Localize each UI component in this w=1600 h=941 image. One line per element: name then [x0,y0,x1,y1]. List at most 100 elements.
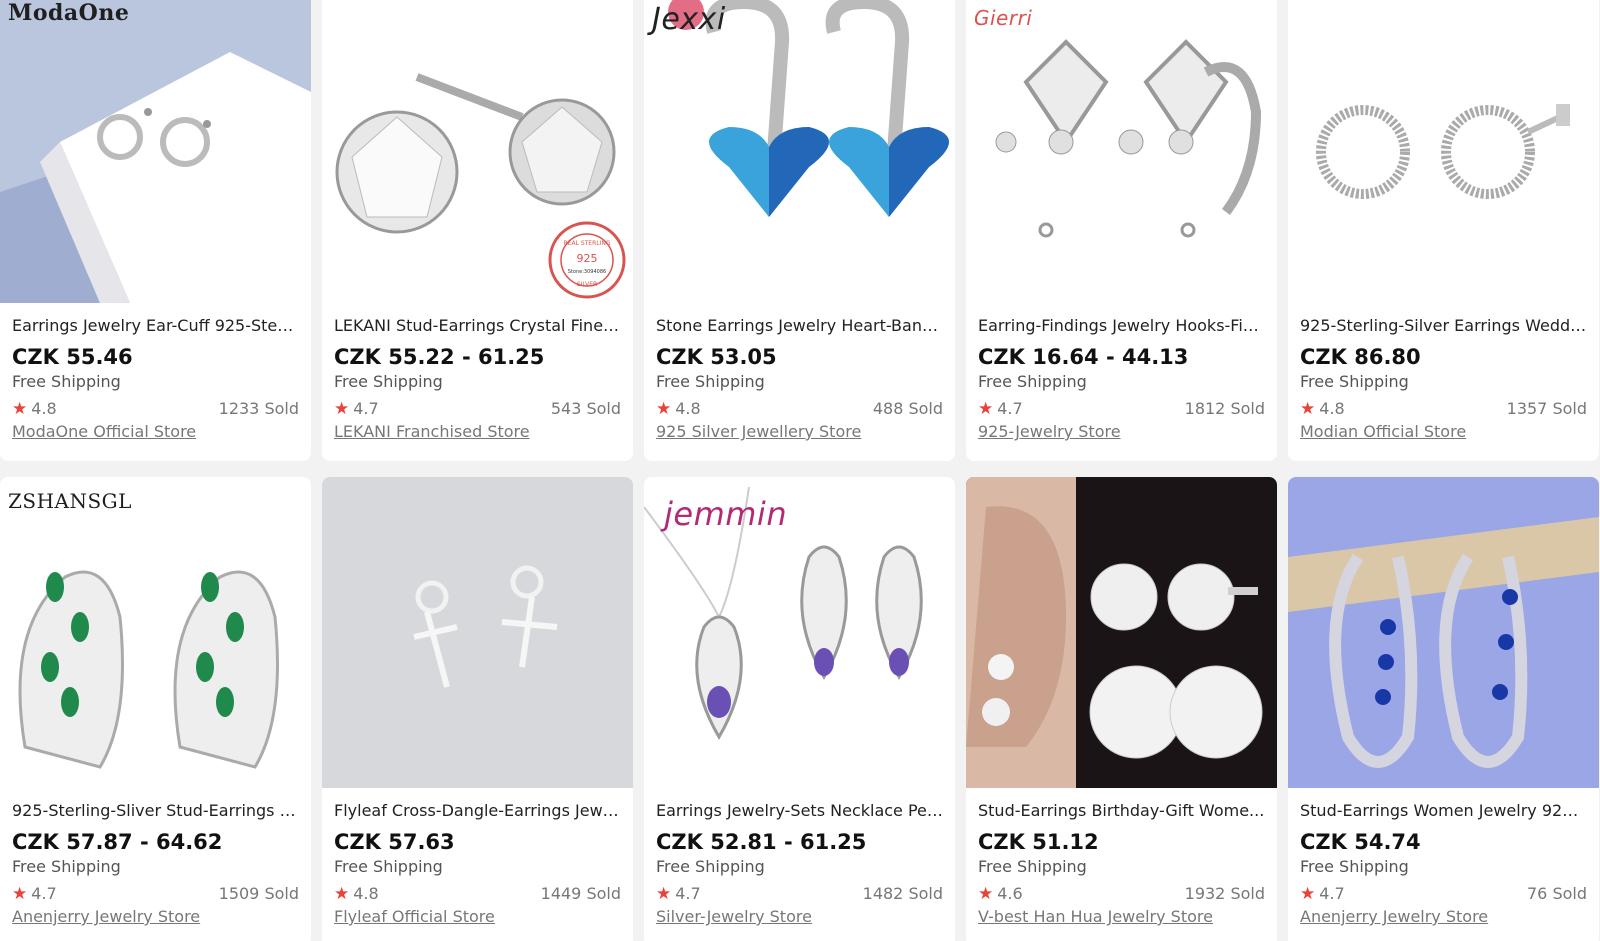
product-price: CZK 86.80 [1300,345,1421,369]
product-title[interactable]: Stud-Earrings Birthday-Gift Wome... [978,801,1265,821]
star-icon: ★ [12,399,28,419]
rating-value: 4.7 [31,884,57,903]
product-card[interactable]: jemmin Earrings Jewelry-Sets Necklace Pe… [644,477,955,941]
sold-count: 1932 Sold [1184,884,1265,903]
rating: ★ 4.7 [656,884,701,904]
sold-count: 1233 Sold [218,399,299,418]
rating-value: 4.8 [1319,399,1345,418]
store-link[interactable]: Silver-Jewelry Store [656,907,812,927]
product-image[interactable]: REAL STERLING 925 Stone:3094086 SILVER [322,0,633,303]
product-image[interactable]: jemmin [644,477,955,788]
product-image[interactable] [966,477,1277,788]
store-link[interactable]: ModaOne Official Store [12,422,196,442]
badge-line4: Stone:3094086 [568,269,606,275]
rating: ★ 4.8 [1300,399,1345,419]
product-title[interactable]: Stone Earrings Jewelry Heart-Band... [656,316,943,336]
rating-value: 4.8 [31,399,57,418]
sold-count: 1449 Sold [540,884,621,903]
product-title[interactable]: LEKANI Stud-Earrings Crystal Fine-J... [334,316,621,336]
star-icon: ★ [334,884,350,904]
star-icon: ★ [334,399,350,419]
product-card[interactable]: Gierri Earring-Findings Jewelry Hooks-Fi… [966,0,1277,461]
brand-logo: Gierri [974,6,1033,30]
star-icon: ★ [978,884,994,904]
rating: ★ 4.8 [656,399,701,419]
product-price: CZK 52.81 - 61.25 [656,830,867,854]
sold-count: 1482 Sold [862,884,943,903]
product-grid: ModaOne Earrings Jewelry Ear-Cuff 925-St… [0,0,1600,941]
store-link[interactable]: Anenjerry Jewelry Store [1300,907,1488,927]
product-title[interactable]: 925-Sterling-Silver Earrings Weddi... [1300,316,1587,336]
product-price: CZK 54.74 [1300,830,1421,854]
product-image[interactable] [1288,0,1599,303]
shipping-label: Free Shipping [334,372,443,391]
rating-value: 4.7 [353,399,379,418]
product-price: CZK 57.63 [334,830,455,854]
star-icon: ★ [1300,884,1316,904]
product-title[interactable]: 925-Sterling-Sliver Stud-Earrings W... [12,801,299,821]
rating: ★ 4.7 [334,399,379,419]
shipping-label: Free Shipping [1300,372,1409,391]
rating: ★ 4.8 [12,399,57,419]
product-price: CZK 53.05 [656,345,777,369]
product-image[interactable]: ModaOne [0,0,311,303]
star-icon: ★ [12,884,28,904]
product-price: CZK 51.12 [978,830,1099,854]
store-link[interactable]: Flyleaf Official Store [334,907,495,927]
rating: ★ 4.7 [978,399,1023,419]
product-card[interactable]: Jexxi Stone Earrings Jewelry Heart-Band.… [644,0,955,461]
product-image[interactable] [322,477,633,788]
product-image[interactable] [1288,477,1599,788]
product-card[interactable]: Stud-Earrings Women Jewelry 925-... CZK … [1288,477,1599,941]
product-card[interactable]: ZSHANSGL 925-Sterling-Sliver Stud-Earrin… [0,477,311,941]
shipping-label: Free Shipping [1300,857,1409,876]
product-image[interactable]: Jexxi [644,0,955,303]
shipping-label: Free Shipping [978,372,1087,391]
badge-line3: SILVER [577,281,597,288]
product-title[interactable]: Flyleaf Cross-Dangle-Earrings Jewe... [334,801,621,821]
product-card[interactable]: ModaOne Earrings Jewelry Ear-Cuff 925-St… [0,0,311,461]
product-price: CZK 55.46 [12,345,133,369]
sold-count: 543 Sold [550,399,621,418]
shipping-label: Free Shipping [978,857,1087,876]
sold-count: 1509 Sold [218,884,299,903]
shipping-label: Free Shipping [656,857,765,876]
store-link[interactable]: Anenjerry Jewelry Store [12,907,200,927]
product-title[interactable]: Stud-Earrings Women Jewelry 925-... [1300,801,1587,821]
product-card[interactable]: Flyleaf Cross-Dangle-Earrings Jewe... CZ… [322,477,633,941]
rating-value: 4.8 [675,399,701,418]
store-link[interactable]: LEKANI Franchised Store [334,422,530,442]
sold-count: 488 Sold [872,399,943,418]
product-image[interactable]: ZSHANSGL [0,477,311,788]
store-link[interactable]: Modian Official Store [1300,422,1466,442]
product-price: CZK 16.64 - 44.13 [978,345,1189,369]
product-title[interactable]: Earring-Findings Jewelry Hooks-Fitt... [978,316,1265,336]
sold-count: 1812 Sold [1184,399,1265,418]
store-link[interactable]: V-best Han Hua Jewelry Store [978,907,1213,927]
star-icon: ★ [978,399,994,419]
product-title[interactable]: Earrings Jewelry Ear-Cuff 925-Sterli... [12,316,299,336]
product-price: CZK 55.22 - 61.25 [334,345,545,369]
store-link[interactable]: 925-Jewelry Store [978,422,1121,442]
product-card[interactable]: REAL STERLING 925 Stone:3094086 SILVER L… [322,0,633,461]
rating-value: 4.8 [353,884,379,903]
rating: ★ 4.7 [1300,884,1345,904]
brand-logo: jemmin [664,495,788,533]
rating: ★ 4.6 [978,884,1023,904]
product-title[interactable]: Earrings Jewelry-Sets Necklace Pen... [656,801,943,821]
product-card[interactable]: 925-Sterling-Silver Earrings Weddi... CZ… [1288,0,1599,461]
brand-logo: ZSHANSGL [8,489,132,513]
product-image[interactable]: Gierri [966,0,1277,303]
rating-value: 4.7 [675,884,701,903]
rating-value: 4.7 [1319,884,1345,903]
brand-logo: Jexxi [652,2,726,37]
product-card[interactable]: Stud-Earrings Birthday-Gift Wome... CZK … [966,477,1277,941]
sold-count: 76 Sold [1527,884,1587,903]
product-price: CZK 57.87 - 64.62 [12,830,223,854]
shipping-label: Free Shipping [334,857,443,876]
star-icon: ★ [656,884,672,904]
store-link[interactable]: 925 Silver Jewellery Store [656,422,861,442]
shipping-label: Free Shipping [656,372,765,391]
rating-value: 4.7 [997,399,1023,418]
sold-count: 1357 Sold [1506,399,1587,418]
